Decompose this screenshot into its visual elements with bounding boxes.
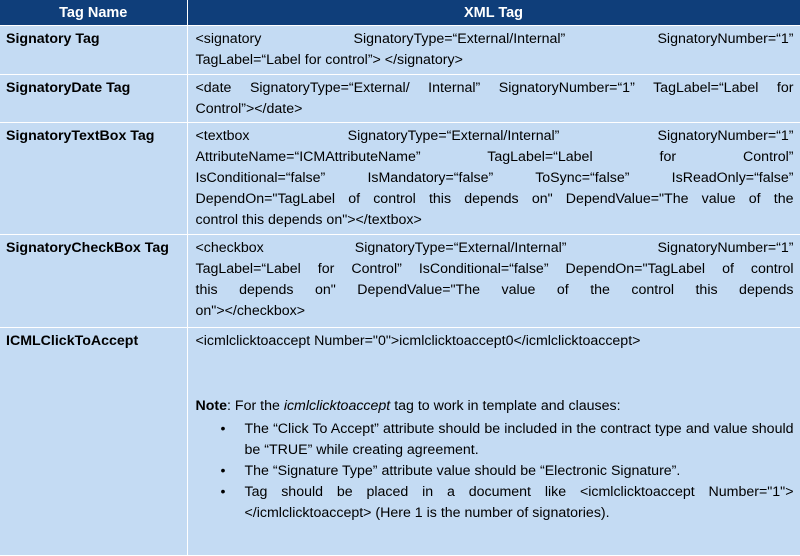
xml-line: AttributeName=“ICMAttributeName” TagLabe…: [195, 149, 794, 165]
note-text: : For the: [227, 398, 284, 414]
xml-tag-cell: <icmlclicktoaccept Number="0">icmlclickt…: [187, 327, 800, 555]
tag-name-cell: SignatoryCheckBox Tag: [0, 234, 188, 328]
bullet-icon: •: [220, 421, 226, 437]
xml-tag-cell: <date SignatoryType=“External/ Internal”…: [187, 74, 800, 123]
note-bullet-list: • The “Click To Accept” attribute should …: [196, 419, 794, 524]
bullet-icon: •: [220, 463, 226, 479]
xml-tag-cell: <textbox SignatoryType=“External/Interna…: [187, 122, 800, 235]
tag-name-cell: Signatory Tag: [0, 25, 188, 75]
xml-line: <date SignatoryType=“External/ Internal”…: [195, 80, 794, 96]
xml-tag-cell: <checkbox SignatoryType=“External/Intern…: [187, 234, 800, 328]
note-label: Note: [195, 398, 228, 414]
header-row: Tag Name XML Tag: [0, 0, 800, 26]
xml-line: this depends on" DependValue="The value …: [195, 282, 794, 298]
note-italic-tag: icmlclicktoaccept: [283, 398, 391, 414]
xml-line: <textbox SignatoryType=“External/Interna…: [195, 128, 794, 144]
note-paragraph: Note: For the icmlclicktoaccept tag to w…: [196, 396, 794, 417]
header-xml-tag: XML Tag: [187, 0, 800, 26]
list-item-text: Tag should be placed in a document like …: [244, 484, 794, 521]
table-row: SignatoryDate Tag <date SignatoryType=“E…: [0, 74, 800, 123]
xml-tags-table: Tag Name XML Tag Signatory Tag <signator…: [0, 0, 800, 555]
xml-line: DependOn="TagLabel of control this depen…: [195, 191, 794, 207]
xml-line: <icmlclicktoaccept Number="0">icmlclickt…: [195, 333, 641, 349]
bullet-icon: •: [220, 484, 226, 500]
tag-name-cell: ICMLClickToAccept: [0, 327, 188, 555]
xml-line: TagLabel=“Label for control”> </signator…: [195, 52, 463, 68]
note-text: tag to work in template and clauses:: [390, 398, 621, 414]
list-item: • The “Signature Type” attribute value sh…: [221, 461, 794, 482]
table-row: SignatoryCheckBox Tag <checkbox Signator…: [0, 234, 800, 328]
list-item: • Tag should be placed in a document like…: [221, 482, 794, 524]
xml-line: Control”></date>: [195, 101, 303, 117]
table-row: SignatoryTextBox Tag <textbox SignatoryT…: [0, 122, 800, 235]
xml-line: <checkbox SignatoryType=“External/Intern…: [195, 240, 794, 256]
list-item-text: The “Signature Type” attribute value sho…: [244, 463, 681, 479]
xml-line: IsConditional=“false” IsMandatory=“false…: [195, 170, 794, 186]
tag-name-cell: SignatoryDate Tag: [0, 74, 188, 123]
table-row: Signatory Tag <signatory SignatoryType=“…: [0, 25, 800, 75]
list-item: • The “Click To Accept” attribute should …: [221, 419, 794, 461]
xml-line: control this depends on"></textbox>: [195, 212, 422, 228]
tag-name-cell: SignatoryTextBox Tag: [0, 122, 188, 235]
table-row: ICMLClickToAccept <icmlclicktoaccept Num…: [0, 327, 800, 555]
xml-line: <signatory SignatoryType=“External/Inter…: [195, 31, 794, 47]
xml-line: TagLabel=“Label for Control” IsCondition…: [195, 261, 794, 277]
list-item-text: The “Click To Accept” attribute should b…: [244, 421, 794, 458]
xml-tag-cell: <signatory SignatoryType=“External/Inter…: [187, 25, 800, 75]
xml-line: on"></checkbox>: [195, 303, 306, 319]
header-tag-name: Tag Name: [0, 0, 188, 26]
